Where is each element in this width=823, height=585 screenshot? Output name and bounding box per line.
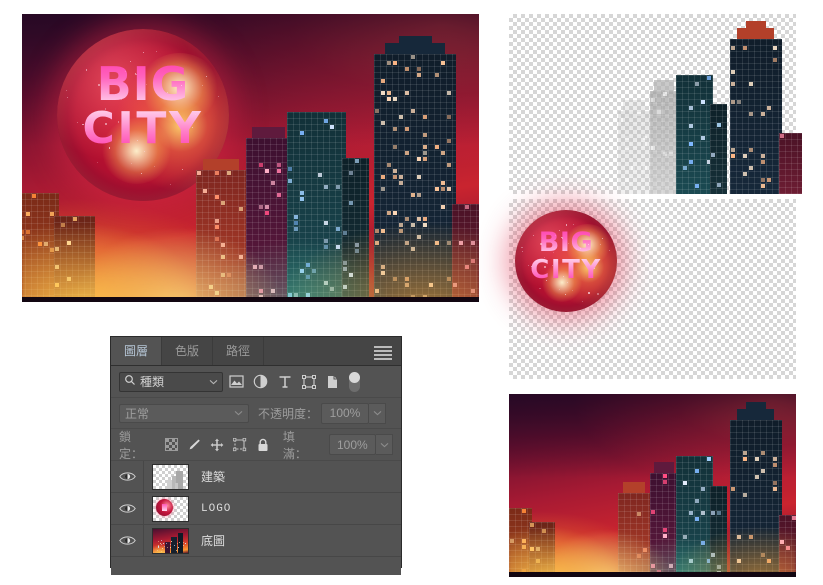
blend-mode-select[interactable]: 正常 <box>119 403 249 423</box>
chevron-down-icon <box>209 376 218 388</box>
type-filter-icon[interactable] <box>274 372 295 392</box>
hamburger-menu-icon[interactable] <box>374 346 392 360</box>
opacity-label: 不透明度： <box>258 406 319 421</box>
buildings-thumbnail[interactable] <box>152 463 189 490</box>
filter-kind-select[interactable]: 種類 <box>119 371 223 392</box>
street-glow <box>22 181 479 302</box>
eye-icon <box>118 504 136 513</box>
layer-row-logo[interactable]: LOGO <box>111 493 401 525</box>
ground-line-preview <box>509 572 796 577</box>
tab-channels[interactable]: 色版 <box>162 337 214 365</box>
panel-tab-bar: 圖層 色版 路徑 <box>111 337 401 366</box>
ground-line <box>22 297 479 302</box>
logo-thumbnail[interactable] <box>152 495 189 522</box>
lock-all-icon[interactable] <box>253 436 273 454</box>
lock-artboard-nesting-icon[interactable] <box>230 436 250 454</box>
fill-label: 填滿： <box>282 429 307 461</box>
visibility-toggle-logo[interactable] <box>111 493 144 524</box>
shape-filter-icon[interactable] <box>298 372 319 392</box>
image-filter-icon[interactable] <box>226 372 247 392</box>
filter-enable-toggle[interactable] <box>349 371 360 392</box>
visibility-toggle-buildings[interactable] <box>111 461 144 492</box>
layer-filter-row: 種類 <box>111 366 401 398</box>
preview-buildings-layer <box>509 14 802 194</box>
street-glow-preview <box>509 500 796 577</box>
eye-icon <box>118 472 136 481</box>
lock-label: 鎖定： <box>119 429 144 461</box>
tab-paths[interactable]: 路徑 <box>213 337 265 365</box>
opacity-input[interactable]: 100% <box>321 402 370 424</box>
smart-object-filter-icon[interactable] <box>322 372 343 392</box>
logo-text-big-preview: BIG <box>515 229 617 256</box>
lock-position-icon[interactable] <box>207 436 227 454</box>
filter-kind-label: 種類 <box>140 375 165 389</box>
blend-mode-row: 正常 不透明度： 100% <box>111 398 401 429</box>
visibility-toggle-background[interactable] <box>111 525 144 556</box>
layer-name-background: 底圖 <box>201 534 226 548</box>
logo-orb-preview: BIG CITY <box>515 210 617 312</box>
tab-layers[interactable]: 圖層 <box>111 337 163 365</box>
chevron-down-icon <box>234 408 243 418</box>
opacity-stepper[interactable] <box>369 402 387 424</box>
buildings-only-skyline <box>509 14 802 194</box>
layer-name-logo: LOGO <box>201 502 232 515</box>
lock-row: 鎖定： 填滿： 100% <box>111 429 401 461</box>
background-thumbnail[interactable] <box>152 527 189 554</box>
layer-row-buildings[interactable]: 建築 <box>111 461 401 493</box>
search-icon <box>124 374 136 389</box>
lock-transparent-pixels-icon[interactable] <box>162 436 182 454</box>
layer-row-background[interactable]: 底圖 <box>111 525 401 557</box>
panel-bottom-spacer <box>111 557 401 575</box>
fill-stepper[interactable] <box>376 434 393 455</box>
layers-panel: 圖層 色版 路徑 種類 正常 不透明度： 100% 鎖定： 填滿： 100% 建… <box>110 336 402 575</box>
adjustment-filter-icon[interactable] <box>250 372 271 392</box>
main-composite-canvas: BIG CITY <box>22 14 479 302</box>
logo-text-city-preview: CITY <box>515 257 617 283</box>
lock-image-pixels-icon[interactable] <box>185 436 205 454</box>
fill-input[interactable]: 100% <box>328 434 377 455</box>
layer-name-buildings: 建築 <box>201 470 226 484</box>
preview-background-layer <box>509 394 796 577</box>
blend-mode-value: 正常 <box>125 406 150 421</box>
preview-logo-layer: BIG CITY <box>509 199 796 379</box>
eye-icon <box>118 536 136 545</box>
